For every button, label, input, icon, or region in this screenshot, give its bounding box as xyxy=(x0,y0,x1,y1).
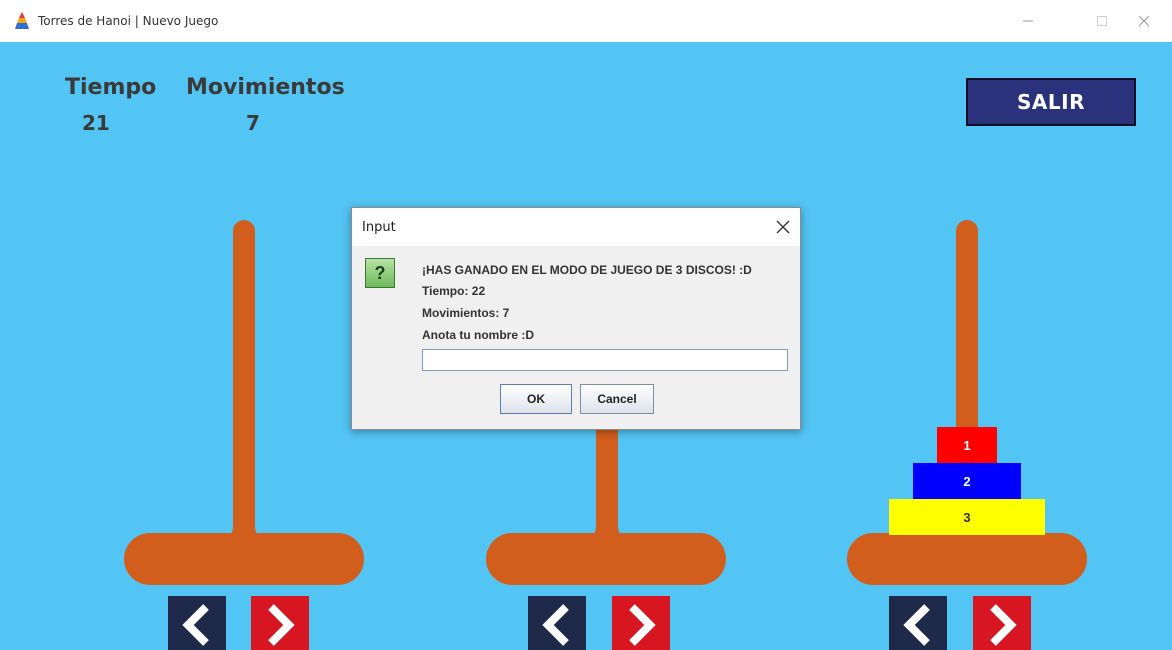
disk-3-label: 3 xyxy=(963,509,971,525)
name-input[interactable] xyxy=(422,349,788,371)
dialog-close-button[interactable] xyxy=(772,216,794,238)
disk-1[interactable]: 1 xyxy=(937,427,997,463)
close-window-button[interactable] xyxy=(1130,8,1158,34)
question-icon-glyph: ? xyxy=(374,262,386,283)
tower-1-move-right-button[interactable] xyxy=(251,596,309,650)
app-icon xyxy=(15,12,29,29)
chevron-left-icon xyxy=(903,604,930,646)
window-title: Torres de Hanoi | Nuevo Juego xyxy=(38,14,219,28)
moves-label: Movimientos xyxy=(186,75,345,100)
tower-3-move-right-button[interactable] xyxy=(973,596,1031,650)
dialog-title: Input xyxy=(362,220,396,235)
time-label: Tiempo xyxy=(65,75,157,100)
ok-button[interactable]: OK xyxy=(500,384,572,414)
close-icon xyxy=(776,220,790,234)
time-value: 21 xyxy=(82,111,110,135)
chevron-right-icon xyxy=(268,604,295,646)
maximize-icon xyxy=(1097,16,1107,26)
dialog-moves-line: Movimientos: 7 xyxy=(422,306,510,320)
chevron-left-icon xyxy=(182,604,209,646)
window-titlebar: Torres de Hanoi | Nuevo Juego xyxy=(0,0,1172,42)
disk-2[interactable]: 2 xyxy=(913,463,1021,499)
chevron-left-icon xyxy=(542,604,569,646)
tower-1-move-left-button[interactable] xyxy=(168,596,226,650)
tower-1-pole xyxy=(233,220,255,540)
dialog-win-message: ¡HAS GANADO EN EL MODO DE JUEGO DE 3 DIS… xyxy=(422,263,752,277)
chevron-right-icon xyxy=(629,604,656,646)
dialog-prompt: Anota tu nombre :D xyxy=(422,328,534,342)
dialog-titlebar: Input xyxy=(352,208,800,246)
disk-3[interactable]: 3 xyxy=(889,499,1045,535)
chevron-right-icon xyxy=(990,604,1017,646)
cancel-button[interactable]: Cancel xyxy=(580,384,654,414)
tower-2-base xyxy=(486,533,726,585)
tower-3-move-left-button[interactable] xyxy=(889,596,947,650)
moves-value: 7 xyxy=(246,111,260,135)
minimize-button[interactable] xyxy=(1014,8,1042,34)
tower-1-base xyxy=(124,533,364,585)
tower-3-base xyxy=(847,533,1087,585)
maximize-button[interactable] xyxy=(1088,8,1116,34)
tower-2-move-left-button[interactable] xyxy=(528,596,586,650)
disk-2-label: 2 xyxy=(963,473,971,489)
input-dialog: Input ? ¡HAS GANADO EN EL MODO DE JUEGO … xyxy=(351,207,801,430)
close-icon xyxy=(1138,15,1150,27)
dialog-time-line: Tiempo: 22 xyxy=(422,284,486,298)
question-icon: ? xyxy=(365,258,395,288)
exit-button[interactable]: SALIR xyxy=(966,78,1136,126)
minimize-icon xyxy=(1023,20,1033,22)
disk-1-label: 1 xyxy=(963,437,971,453)
tower-2-move-right-button[interactable] xyxy=(612,596,670,650)
